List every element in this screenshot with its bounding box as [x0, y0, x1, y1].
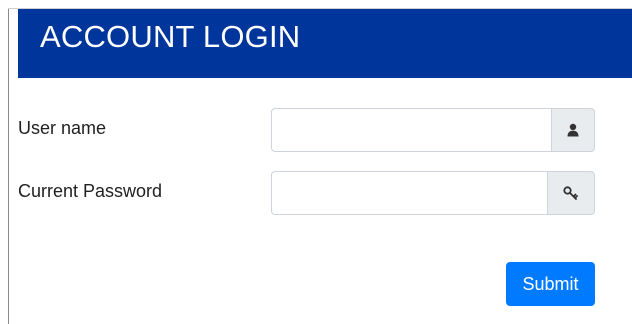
user-icon — [567, 123, 579, 137]
password-input-group — [271, 171, 595, 215]
username-input[interactable] — [271, 108, 551, 152]
submit-button[interactable]: Submit — [506, 262, 595, 306]
username-input-group — [271, 108, 595, 152]
key-icon — [563, 186, 578, 200]
password-addon — [547, 171, 595, 215]
frame-left-border — [8, 8, 9, 324]
password-label: Current Password — [18, 181, 163, 201]
login-page: ACCOUNT LOGIN User name Current Password… — [0, 0, 632, 324]
username-addon — [551, 108, 595, 152]
password-input[interactable] — [271, 171, 547, 215]
header-bar: ACCOUNT LOGIN — [18, 9, 632, 78]
page-title: ACCOUNT LOGIN — [40, 19, 301, 54]
username-label: User name — [18, 118, 107, 138]
